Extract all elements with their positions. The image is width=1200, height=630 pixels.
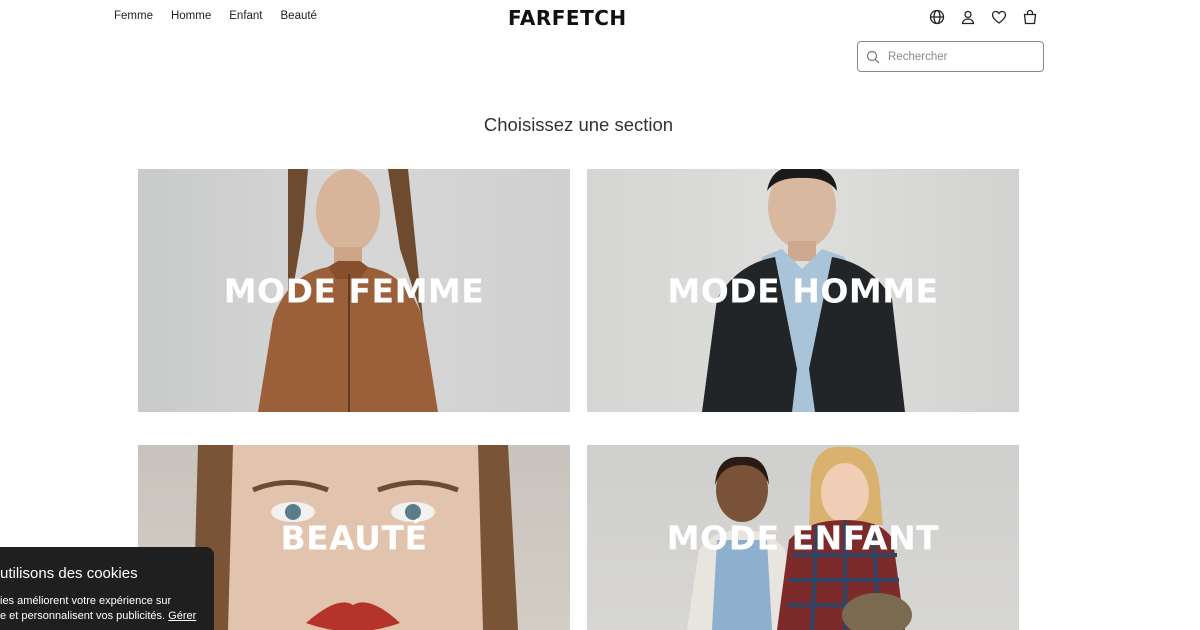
- cookie-banner: utilisons des cookies ies améliorent vot…: [0, 547, 214, 630]
- tile-label: MODE HOMME: [667, 271, 939, 310]
- nav-item-enfant[interactable]: Enfant: [229, 10, 262, 22]
- brand-logo[interactable]: FARFETCH: [508, 6, 627, 30]
- cookie-text-line-1: ies améliorent votre expérience sur: [0, 595, 172, 607]
- search-box: [857, 41, 1044, 72]
- tile-label: MODE FEMME: [223, 271, 485, 310]
- tile-mode-femme[interactable]: MODE FEMME: [138, 169, 570, 412]
- nav-item-homme[interactable]: Homme: [171, 10, 211, 22]
- main-nav: Femme Homme Enfant Beauté: [114, 10, 317, 22]
- tile-mode-homme[interactable]: MODE HOMME: [587, 169, 1019, 412]
- header-icons: [929, 9, 1038, 25]
- bag-icon[interactable]: [1022, 9, 1038, 25]
- search-icon: [866, 50, 880, 63]
- cookie-text-line-2-body: e et personnalisent vos publicités.: [0, 610, 166, 622]
- tile-mode-enfant[interactable]: MODE ENFANT: [587, 445, 1019, 630]
- nav-item-beaute[interactable]: Beauté: [281, 10, 317, 22]
- globe-icon[interactable]: [929, 9, 945, 25]
- user-icon[interactable]: [960, 9, 976, 25]
- cookie-text-line-2: e et personnalisent vos publicités. Gére…: [0, 609, 202, 624]
- heart-icon[interactable]: [991, 9, 1007, 25]
- search-input[interactable]: [888, 50, 1038, 63]
- page-title: Choisissez une section: [483, 114, 674, 135]
- nav-item-femme[interactable]: Femme: [114, 10, 153, 22]
- cookie-manage-link[interactable]: Gérer: [168, 610, 196, 622]
- cookie-title: utilisons des cookies: [0, 565, 138, 582]
- tile-label: MODE ENFANT: [666, 518, 940, 557]
